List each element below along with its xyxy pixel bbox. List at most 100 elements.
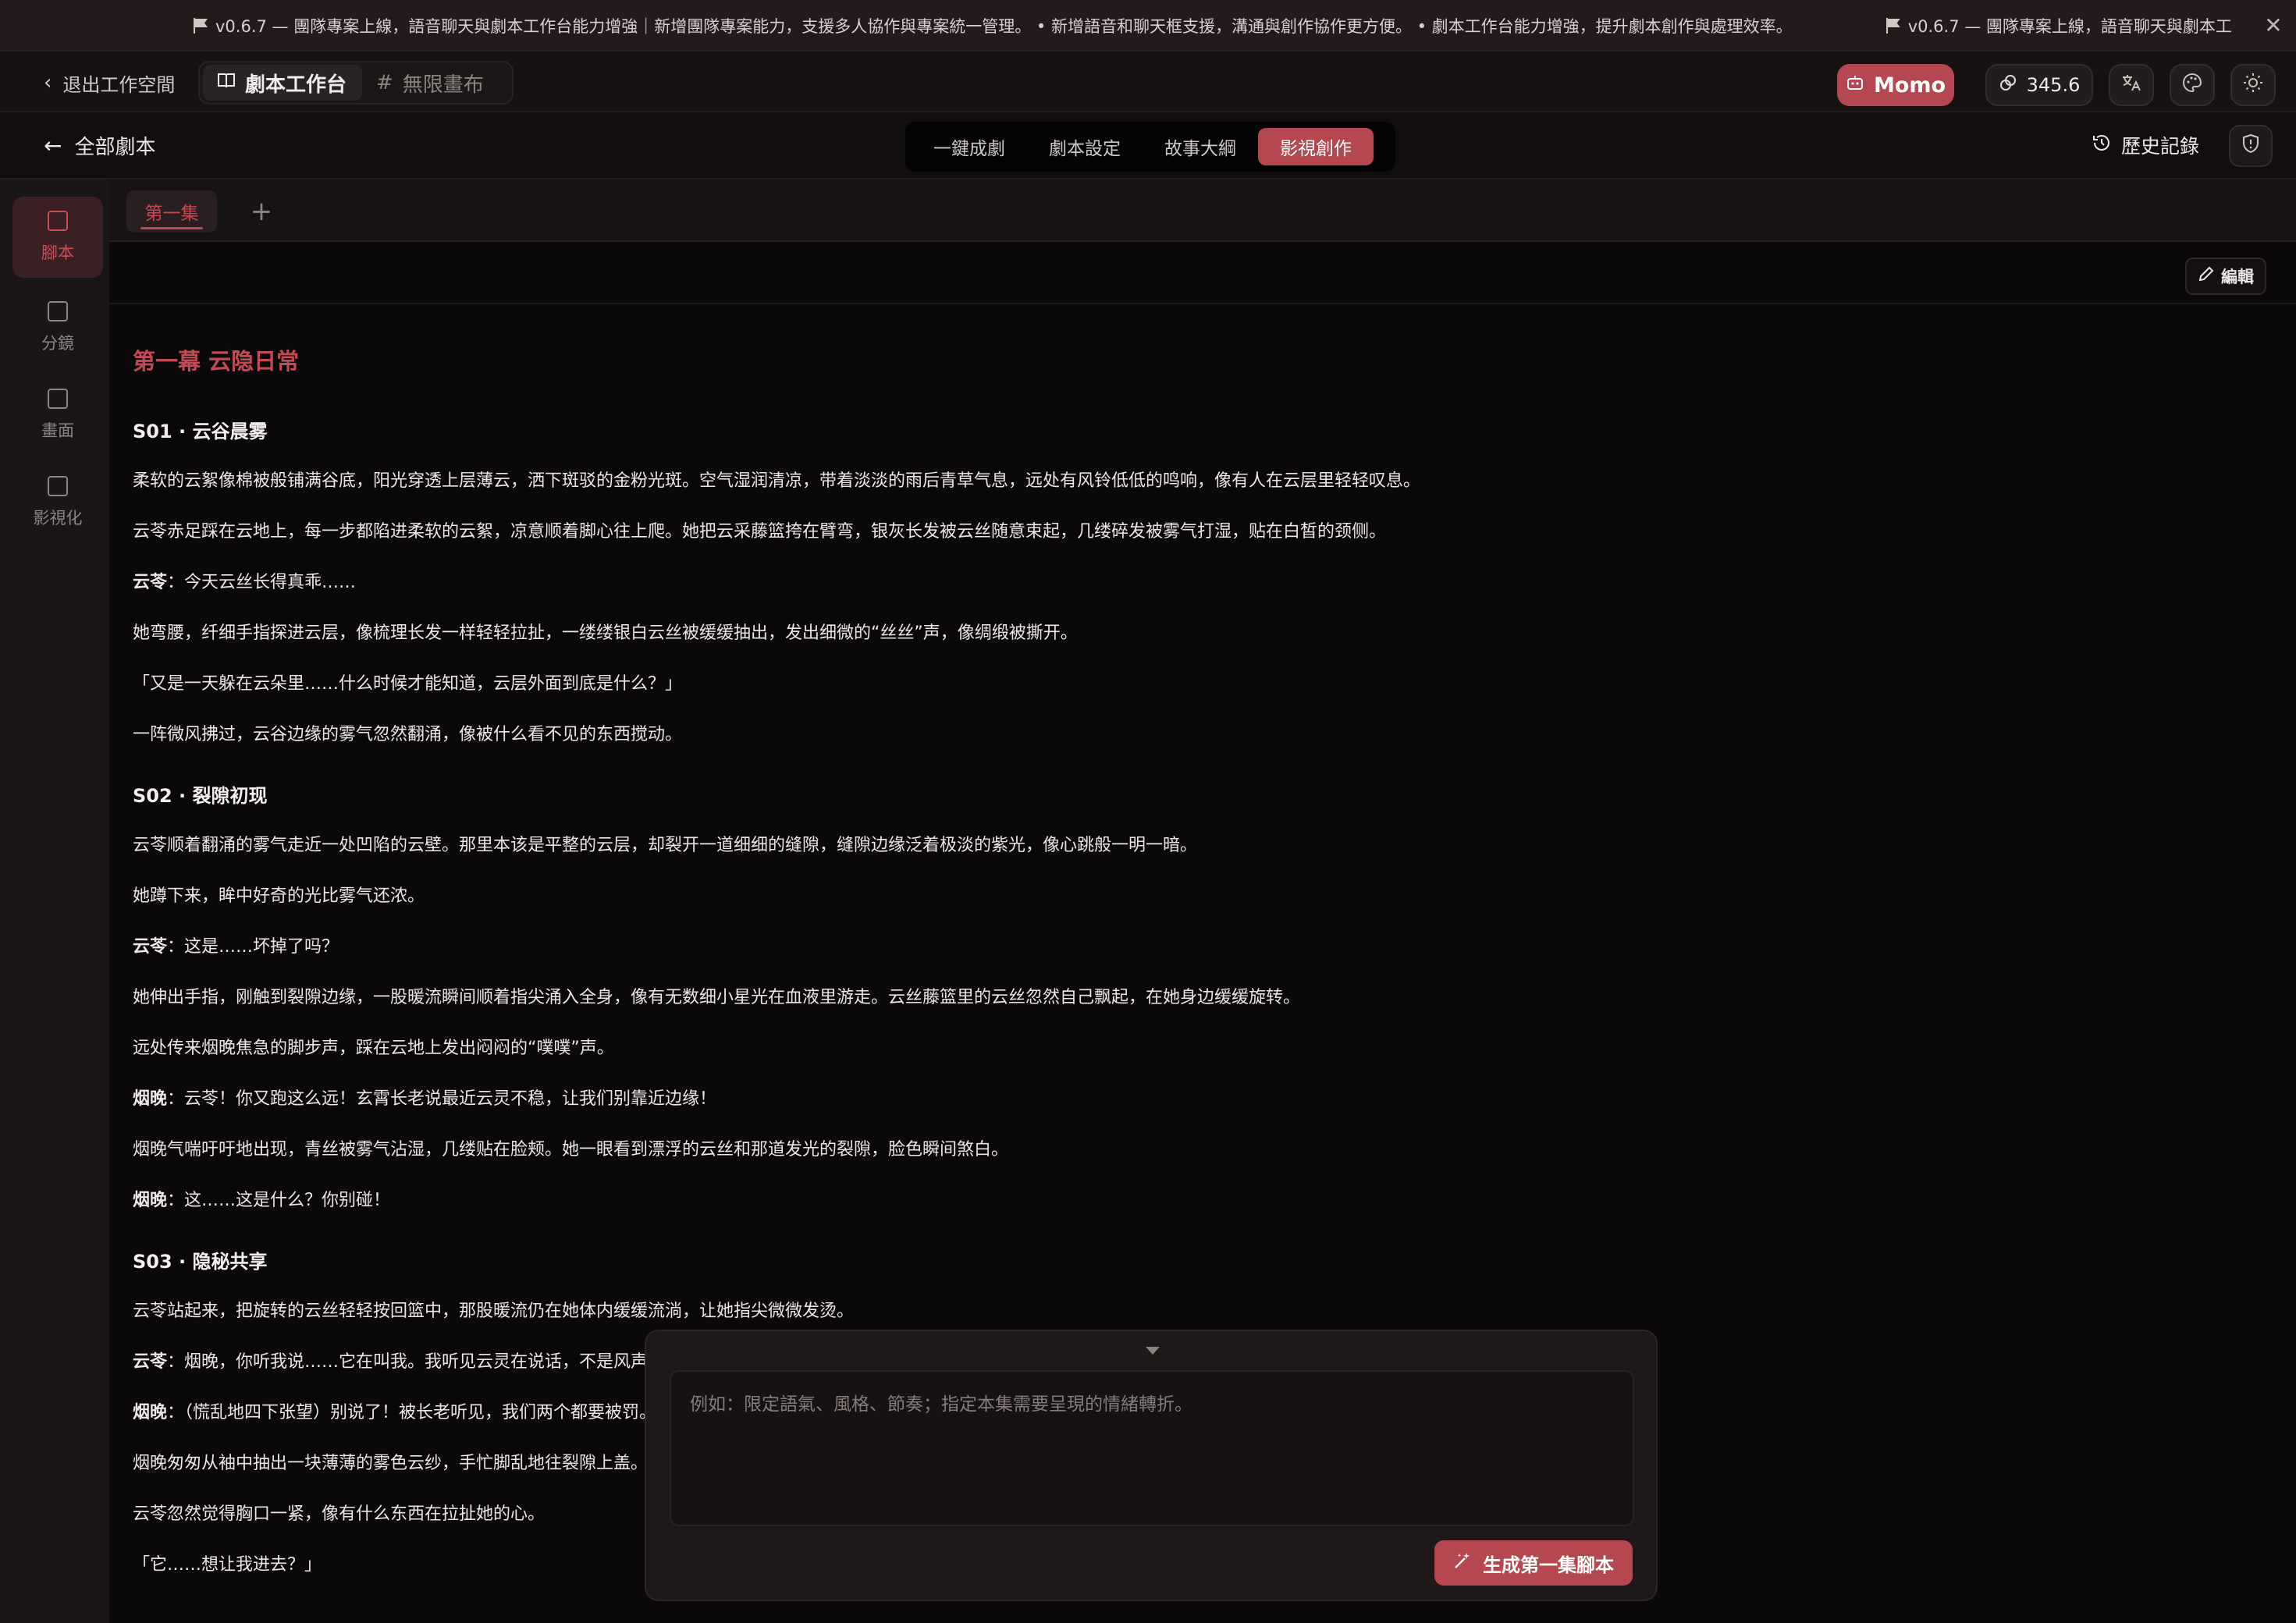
history-label: 歷史記錄 bbox=[2121, 135, 2200, 158]
speaker-name: 烟晚 bbox=[133, 1403, 168, 1422]
translate-button[interactable] bbox=[2109, 64, 2154, 106]
scene-title: S03 · 隐秘共享 bbox=[133, 1251, 268, 1273]
tab-script-workbench-label: 劇本工作台 bbox=[245, 73, 347, 97]
line-text: 云苓赤足踩在云地上，每一步都陷进柔软的云絮，凉意顺着脚心往上爬。她把云采藤篮挎在… bbox=[133, 522, 1387, 542]
line-text: ：这……这是什么？你别碰！ bbox=[167, 1191, 391, 1210]
script-paragraph: 一阵微风拂过，云谷边缘的雾气忽然翻涌，像被什么看不见的东西搅动。 bbox=[133, 722, 2240, 748]
line-text: 「它……想让我进去？」 bbox=[133, 1555, 322, 1575]
frame-icon bbox=[48, 389, 68, 409]
script-paragraph: 云苓赤足踩在云地上，每一步都陷进柔软的云絮，凉意顺着脚心往上爬。她把云采藤篮挎在… bbox=[133, 519, 2240, 545]
arrow-left-icon: ← bbox=[44, 133, 62, 158]
speaker-name: 烟晚 bbox=[133, 1089, 168, 1109]
generation-prompt-panel: 生成第一集腳本 bbox=[645, 1330, 1658, 1601]
speaker-name: 云苓 bbox=[133, 1352, 168, 1372]
line-text: ：这是……坏掉了吗？ bbox=[167, 937, 339, 957]
collapse-handle-icon[interactable] bbox=[1146, 1347, 1160, 1355]
tab-one-click[interactable]: 一鍵成劇 bbox=[912, 128, 1027, 165]
sun-icon bbox=[2243, 73, 2263, 98]
tab-infinite-canvas-label: 無限畫布 bbox=[402, 73, 484, 97]
speaker-name: 云苓 bbox=[133, 937, 168, 957]
book-icon bbox=[217, 71, 236, 94]
line-text: 云苓站起来，把旋转的云丝轻轻按回篮中，那股暖流仍在她体内缓缓流淌，让她指尖微微发… bbox=[133, 1302, 855, 1321]
rail-item-label: 分鏡 bbox=[41, 334, 74, 353]
scene-title: S01 · 云谷晨雾 bbox=[133, 421, 268, 442]
magic-wand-icon bbox=[1453, 1551, 1472, 1575]
all-scripts-label: 全部劇本 bbox=[74, 136, 156, 159]
left-rail: 腳本 分鏡 畫面 影視化 bbox=[0, 179, 109, 1623]
plus-icon: + bbox=[250, 196, 273, 227]
momo-button[interactable]: Momo bbox=[1837, 64, 1954, 106]
tab-episode-1[interactable]: 第一集 bbox=[126, 190, 217, 233]
tab-script-settings[interactable]: 劇本設定 bbox=[1027, 128, 1143, 165]
line-text: 她伸出手指，刚触到裂隙边缘，一股暖流瞬间顺着指尖涌入全身，像有无数细小星光在血液… bbox=[133, 988, 1301, 1007]
script-paragraph: 柔软的云絮像棉被般铺满谷底，阳光穿透上层薄云，洒下斑驳的金粉光斑。空气湿润清凉，… bbox=[133, 468, 2240, 495]
line-text: 柔软的云絮像棉被般铺满谷底，阳光穿透上层薄云，洒下斑驳的金粉光斑。空气湿润清凉，… bbox=[133, 471, 1421, 491]
tab-film-creation[interactable]: 影視創作 bbox=[1258, 128, 1374, 165]
announcement-text: v0.6.7 — 團隊專案上線，語音聊天與劇本工 bbox=[1907, 17, 2232, 36]
line-text: 她蹲下来，眸中好奇的光比雾气还浓。 bbox=[133, 886, 425, 906]
announcement-bar: v0.6.7 — 團隊專案上線，語音聊天與劇本工作台能力增強｜新增團隊專案能力，… bbox=[0, 0, 2296, 51]
app-root: v0.6.7 — 團隊專案上線，語音聊天與劇本工作台能力增強｜新增團隊專案能力，… bbox=[0, 0, 2296, 1623]
top-nav: ‹ 退出工作空間 劇本工作台 # 無限畫布 Momo 345.6 bbox=[0, 51, 2296, 112]
translate-icon bbox=[2121, 73, 2141, 98]
security-button[interactable] bbox=[2229, 125, 2273, 167]
credits-value: 345.6 bbox=[2026, 74, 2081, 96]
dialogue-line: 云苓：今天云丝长得真乖…… bbox=[133, 570, 2240, 596]
coin-icon bbox=[1999, 73, 2017, 97]
history-icon bbox=[2092, 133, 2112, 158]
line-text: ：今天云丝长得真乖…… bbox=[167, 573, 357, 592]
credits-button[interactable]: 345.6 bbox=[1985, 64, 2093, 106]
line-text: 烟晚气喘吁吁地出现，青丝被雾气沾湿，几缕贴在脸颊。她一眼看到漂浮的云丝和那道发光… bbox=[133, 1140, 1009, 1160]
line-text: 一阵微风拂过，云谷边缘的雾气忽然翻涌，像被什么看不见的东西搅动。 bbox=[133, 725, 683, 744]
rail-item-storyboard[interactable]: 分鏡 bbox=[12, 287, 103, 368]
editor-toolbar: 編輯 bbox=[109, 242, 2296, 304]
palette-icon bbox=[2182, 73, 2202, 98]
script-paragraph: 她弯腰，纤细手指探进云层，像梳理长发一样轻轻拉扯，一缕缕银白云丝被缓缓抽出，发出… bbox=[133, 620, 2240, 647]
line-text: 云苓顺着翻涌的雾气走近一处凹陷的云壁。那里本该是平整的云层，却裂开一道细细的缝隙… bbox=[133, 836, 1198, 855]
episode-tab-strip: 第一集 + bbox=[109, 179, 2296, 242]
speaker-name: 烟晚 bbox=[133, 1191, 168, 1210]
line-text: 远处传来烟晚焦急的脚步声，踩在云地上发出闷闷的“噗噗”声。 bbox=[133, 1039, 614, 1058]
exit-workspace-label: 退出工作空間 bbox=[62, 73, 176, 96]
act-title: 第一幕 云隐日常 bbox=[133, 348, 300, 375]
edit-button[interactable]: 編輯 bbox=[2185, 257, 2266, 295]
clapper-icon bbox=[48, 476, 68, 496]
workspace-tabs: 劇本工作台 # 無限畫布 bbox=[198, 61, 514, 105]
tab-script-workbench[interactable]: 劇本工作台 bbox=[203, 65, 362, 101]
rail-item-label: 影視化 bbox=[33, 509, 83, 527]
line-text: 她弯腰，纤细手指探进云层，像梳理长发一样轻轻拉扯，一缕缕银白云丝被缓缓抽出，发出… bbox=[133, 623, 1078, 643]
rail-item-film[interactable]: 影視化 bbox=[12, 462, 103, 543]
line-text: ：（慌乱地四下张望）别说了！被长老听见，我们两个都要被罚。 bbox=[167, 1403, 657, 1422]
close-announcement-button[interactable]: ✕ bbox=[2260, 12, 2287, 39]
script-paragraph: 云苓顺着翻涌的雾气走近一处凹陷的云壁。那里本该是平整的云层，却裂开一道细细的缝隙… bbox=[133, 833, 2240, 859]
history-button[interactable]: 歷史記錄 bbox=[2092, 131, 2199, 159]
prompt-input[interactable] bbox=[670, 1370, 1634, 1526]
tab-story-outline[interactable]: 故事大綱 bbox=[1143, 128, 1258, 165]
all-scripts-back-link[interactable]: ← 全部劇本 bbox=[44, 131, 155, 160]
tab-infinite-canvas[interactable]: # 無限畫布 bbox=[362, 65, 498, 101]
rail-item-script[interactable]: 腳本 bbox=[12, 197, 103, 278]
flag-icon bbox=[192, 17, 211, 34]
rail-item-label: 腳本 bbox=[41, 243, 74, 262]
step-tabs: 一鍵成劇 劇本設定 故事大綱 影視創作 bbox=[905, 122, 1395, 172]
scene-title: S02 · 裂隙初现 bbox=[133, 785, 268, 807]
chevron-left-icon: ‹ bbox=[44, 71, 52, 94]
shield-icon bbox=[2241, 133, 2260, 158]
add-episode-button[interactable]: + bbox=[242, 192, 281, 231]
script-paragraph: 远处传来烟晚焦急的脚步声，踩在云地上发出闷闷的“噗噗”声。 bbox=[133, 1035, 2240, 1062]
speaker-name: 云苓 bbox=[133, 573, 168, 592]
script-paragraph: 云苓站起来，把旋转的云丝轻轻按回篮中，那股暖流仍在她体内缓缓流淌，让她指尖微微发… bbox=[133, 1298, 2240, 1325]
announcement-item: v0.6.7 — 團隊專案上線，語音聊天與劇本工 bbox=[1885, 14, 2232, 37]
theme-palette-button[interactable] bbox=[2170, 64, 2215, 106]
line-text: 烟晚匆匆从袖中抽出一块薄薄的雾色云纱，手忙脚乱地往裂隙上盖。 bbox=[133, 1454, 649, 1473]
script-sub-nav: ← 全部劇本 一鍵成劇 劇本設定 故事大綱 影視創作 歷史記錄 bbox=[0, 112, 2296, 179]
script-paragraph: 她蹲下来，眸中好奇的光比雾气还浓。 bbox=[133, 883, 2240, 910]
light-mode-button[interactable] bbox=[2230, 64, 2276, 106]
exit-workspace-button[interactable]: ‹ 退出工作空間 bbox=[44, 67, 175, 98]
rail-item-label: 畫面 bbox=[41, 421, 74, 440]
close-icon: ✕ bbox=[2264, 12, 2283, 38]
announcement-track: v0.6.7 — 團隊專案上線，語音聊天與劇本工作台能力增強｜新增團隊專案能力，… bbox=[192, 0, 2296, 50]
rail-item-frame[interactable]: 畫面 bbox=[12, 375, 103, 456]
announcement-item: v0.6.7 — 團隊專案上線，語音聊天與劇本工作台能力增強｜新增團隊專案能力，… bbox=[192, 14, 1793, 37]
generate-episode-script-button[interactable]: 生成第一集腳本 bbox=[1434, 1540, 1633, 1586]
